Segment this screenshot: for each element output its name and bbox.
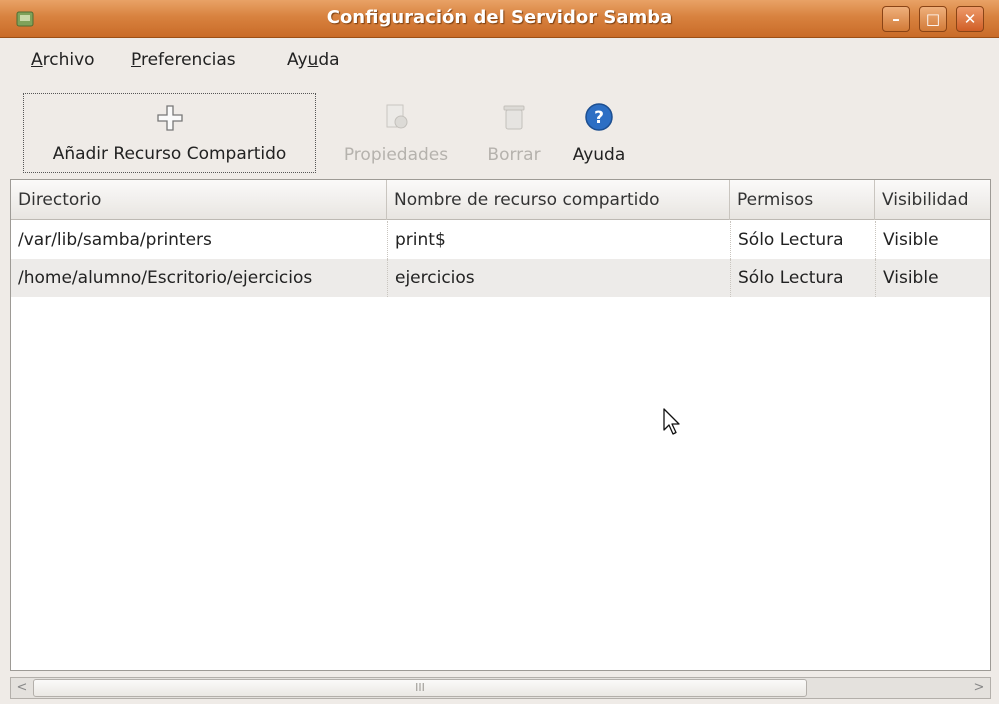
- close-button[interactable]: ✕: [956, 6, 984, 32]
- table-header: Directorio Nombre de recurso compartido …: [11, 180, 990, 220]
- cell-directorio: /home/alumno/Escritorio/ejercicios: [18, 268, 313, 288]
- minimize-button[interactable]: –: [882, 6, 910, 32]
- column-header-permisos[interactable]: Permisos: [730, 180, 875, 220]
- maximize-icon: □: [925, 10, 941, 28]
- menu-archivo-mnemonic: A: [31, 50, 43, 70]
- add-share-label: Añadir Recurso Compartido: [52, 144, 287, 164]
- properties-label: Propiedades: [343, 145, 449, 165]
- menu-archivo[interactable]: Archivo: [31, 50, 95, 70]
- menu-bar: Archivo Preferencias Ayuda: [0, 39, 999, 83]
- cell-permisos: Sólo Lectura: [730, 259, 875, 297]
- menu-ayuda-label-end: da: [318, 50, 340, 70]
- maximize-button[interactable]: □: [919, 6, 947, 32]
- chevron-right-icon: >: [973, 680, 985, 695]
- menu-archivo-label: rchivo: [42, 50, 95, 70]
- table-row[interactable]: /var/lib/samba/printers print$ Sólo Lect…: [11, 221, 990, 259]
- title-bar: Configuración del Servidor Samba – □ ✕: [0, 0, 999, 38]
- plus-icon: [156, 105, 183, 131]
- toolbar: Añadir Recurso Compartido Propiedades Bo…: [0, 83, 999, 179]
- menu-ayuda-mnemonic: u: [307, 50, 319, 70]
- menu-ayuda[interactable]: Ayuda: [287, 50, 340, 70]
- help-button[interactable]: ? Ayuda: [563, 93, 635, 173]
- chevron-left-icon: <: [16, 680, 28, 695]
- menu-ayuda-label-start: Ay: [287, 50, 308, 70]
- cell-nombre: ejercicios: [387, 259, 730, 297]
- column-header-nombre[interactable]: Nombre de recurso compartido: [387, 180, 730, 220]
- properties-icon: [386, 104, 408, 129]
- close-icon: ✕: [963, 10, 977, 28]
- menu-preferencias-mnemonic: P: [131, 50, 141, 70]
- help-label: Ayuda: [572, 145, 626, 165]
- column-header-directorio[interactable]: Directorio: [11, 180, 387, 220]
- shares-table: Directorio Nombre de recurso compartido …: [10, 179, 991, 671]
- table-row[interactable]: /home/alumno/Escritorio/ejercicios ejerc…: [11, 259, 990, 297]
- add-share-button[interactable]: Añadir Recurso Compartido: [23, 93, 316, 173]
- menu-preferencias[interactable]: Preferencias: [131, 50, 236, 70]
- delete-button[interactable]: Borrar: [476, 93, 552, 173]
- minimize-icon: –: [892, 10, 900, 28]
- scrollbar-grip-icon: III: [415, 681, 425, 694]
- scroll-right-button[interactable]: >: [968, 678, 990, 698]
- menu-preferencias-label: referencias: [140, 50, 236, 70]
- delete-label: Borrar: [487, 145, 541, 165]
- window-title: Configuración del Servidor Samba: [326, 7, 673, 28]
- cell-directorio: /var/lib/samba/printers: [18, 230, 212, 250]
- trash-icon: [503, 105, 525, 130]
- svg-text:?: ?: [594, 108, 604, 128]
- horizontal-scrollbar[interactable]: < III >: [10, 677, 991, 699]
- cell-visibilidad: Visible: [875, 259, 990, 297]
- cell-visibilidad: Visible: [875, 221, 990, 259]
- column-header-visibilidad[interactable]: Visibilidad: [875, 180, 990, 220]
- cell-nombre: print$: [387, 221, 730, 259]
- mouse-cursor-icon: [663, 408, 680, 435]
- scrollbar-thumb[interactable]: III: [33, 679, 807, 697]
- cell-permisos: Sólo Lectura: [730, 221, 875, 259]
- properties-button[interactable]: Propiedades: [326, 93, 466, 173]
- help-icon: ?: [585, 103, 613, 131]
- scroll-left-button[interactable]: <: [11, 678, 33, 698]
